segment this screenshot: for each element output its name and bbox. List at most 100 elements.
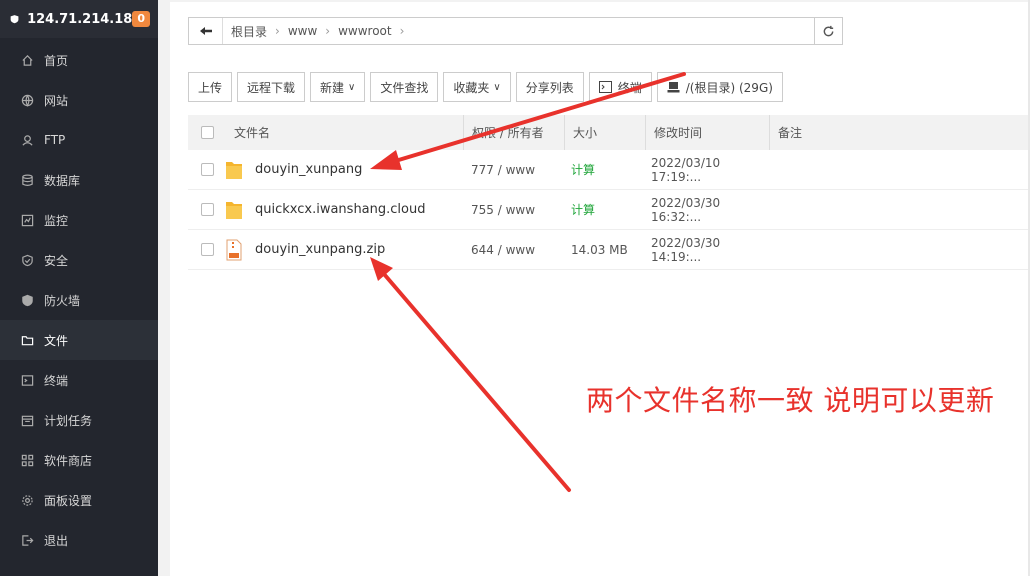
server-ip: 124.71.214.18 <box>27 11 133 27</box>
file-perm[interactable]: 777 / www <box>463 163 563 177</box>
file-search-button[interactable]: 文件查找 <box>370 72 439 102</box>
zip-file-icon <box>226 239 242 260</box>
refresh-icon <box>823 25 834 36</box>
gear-icon <box>20 493 34 507</box>
file-name[interactable]: douyin_xunpang.zip <box>255 242 385 257</box>
sidebar-item-ftp[interactable]: FTP <box>0 120 158 160</box>
header-name[interactable]: 文件名 <box>226 124 463 141</box>
ftp-icon <box>20 133 34 147</box>
breadcrumb: www › <box>280 24 330 38</box>
header-size[interactable]: 大小 <box>565 124 645 141</box>
sidebar-item-security[interactable]: 安全 <box>0 240 158 280</box>
terminal-button[interactable]: 终端 <box>588 72 652 102</box>
chevron-down-icon: ∨ <box>493 81 501 93</box>
disk-button-label: /(根目录) (29G) <box>685 80 773 95</box>
sidebar-item-label: 首页 <box>44 53 69 68</box>
header-mtime[interactable]: 修改时间 <box>646 124 769 141</box>
notification-badge[interactable]: 0 <box>132 11 150 27</box>
file-perm[interactable]: 755 / www <box>463 203 563 217</box>
sidebar-item-settings[interactable]: 面板设置 <box>0 480 158 520</box>
sidebar: 124.71.214.18 0 首页 网站 FTP 数据库 监控 安全 防火墙 … <box>0 0 158 576</box>
calendar-icon <box>20 413 34 427</box>
terminal-icon <box>20 373 34 387</box>
sidebar-header: 124.71.214.18 0 <box>0 0 158 38</box>
sidebar-item-label: 面板设置 <box>44 493 93 508</box>
chevron-right-icon: › <box>399 24 405 38</box>
sidebar-item-home[interactable]: 首页 <box>0 40 158 80</box>
disk-button[interactable]: /(根目录) (29G) <box>656 72 783 102</box>
chevron-down-icon: ∨ <box>348 81 356 93</box>
sidebar-item-sites[interactable]: 网站 <box>0 80 158 120</box>
folder-icon <box>20 333 34 347</box>
database-icon <box>20 173 34 187</box>
favorites-button[interactable]: 收藏夹 ∨ <box>443 72 511 102</box>
logout-icon <box>20 533 34 547</box>
path-bar: 根目录 › www › wwwroot › <box>188 17 843 45</box>
share-list-button[interactable]: 分享列表 <box>515 72 584 102</box>
file-size-calc-link[interactable]: 计算 <box>563 161 643 178</box>
breadcrumb-item-wwwroot[interactable]: wwwroot <box>338 24 392 38</box>
folder-icon <box>226 161 242 179</box>
sidebar-item-label: 计划任务 <box>44 413 93 428</box>
file-size-calc-link[interactable]: 计算 <box>563 201 643 218</box>
row-checkbox[interactable] <box>200 243 214 256</box>
sidebar-item-label: 监控 <box>44 213 69 228</box>
file-name[interactable]: douyin_xunpang <box>255 162 362 177</box>
row-checkbox[interactable] <box>200 163 214 176</box>
table-row[interactable]: quickxcx.iwanshang.cloud 755 / www 计算 20… <box>188 190 1030 230</box>
table-row[interactable]: douyin_xunpang.zip 644 / www 14.03 MB 20… <box>188 230 1030 270</box>
header-note: 备注 <box>778 126 803 140</box>
sidebar-item-files[interactable]: 文件 <box>0 320 158 360</box>
sidebar-item-store[interactable]: 软件商店 <box>0 440 158 480</box>
file-table: 文件名 权限 / 所有者 大小 修改时间 备注 douyin_xunpang 7… <box>188 115 1030 270</box>
sidebar-item-label: 文件 <box>44 333 69 348</box>
sidebar-item-label: 安全 <box>44 253 69 268</box>
folder-icon <box>226 201 242 219</box>
file-name[interactable]: quickxcx.iwanshang.cloud <box>255 202 425 217</box>
grid-icon <box>20 453 34 467</box>
sidebar-item-label: 网站 <box>44 93 69 108</box>
firewall-icon <box>20 293 34 307</box>
globe-icon <box>20 93 34 107</box>
sidebar-item-label: 终端 <box>44 373 69 388</box>
sidebar-item-label: 防火墙 <box>44 293 81 308</box>
sidebar-item-monitor[interactable]: 监控 <box>0 200 158 240</box>
sidebar-item-label: FTP <box>44 133 66 147</box>
sidebar-item-label: 数据库 <box>44 173 81 188</box>
sidebar-item-cron[interactable]: 计划任务 <box>0 400 158 440</box>
new-button-label: 新建 <box>320 80 345 95</box>
refresh-button[interactable] <box>814 17 843 45</box>
sidebar-item-terminal[interactable]: 终端 <box>0 360 158 400</box>
breadcrumb: wwwroot › <box>330 24 404 38</box>
sidebar-item-firewall[interactable]: 防火墙 <box>0 280 158 320</box>
upload-button[interactable]: 上传 <box>188 72 233 102</box>
arrow-left-icon <box>199 27 212 35</box>
new-button[interactable]: 新建 ∨ <box>310 72 366 102</box>
sidebar-item-database[interactable]: 数据库 <box>0 160 158 200</box>
breadcrumb-item-www[interactable]: www <box>288 24 317 38</box>
terminal-button-label: 终端 <box>617 80 642 95</box>
row-checkbox[interactable] <box>200 203 214 216</box>
breadcrumb: 根目录 › <box>223 23 280 40</box>
table-row[interactable]: douyin_xunpang 777 / www 计算 2022/03/10 1… <box>188 150 1030 190</box>
shield-icon <box>20 253 34 267</box>
select-all-checkbox[interactable] <box>200 126 214 139</box>
panel-logo-icon <box>10 15 19 24</box>
file-perm[interactable]: 644 / www <box>463 243 563 257</box>
toolbar: 上传 远程下载 新建 ∨ 文件查找 收藏夹 ∨ 分享列表 终端 /(根目录) (… <box>188 72 788 104</box>
sidebar-item-label: 退出 <box>44 533 69 548</box>
back-button[interactable] <box>189 18 223 44</box>
breadcrumb-item-root[interactable]: 根目录 <box>231 23 267 40</box>
file-manager-panel: 根目录 › www › wwwroot › 上传 远程下载 新建 ∨ 文件查找 … <box>170 2 1030 576</box>
favorites-button-label: 收藏夹 <box>453 80 490 95</box>
file-mtime: 2022/03/10 17:19:... <box>651 155 721 184</box>
remote-download-button[interactable]: 远程下载 <box>237 72 306 102</box>
disk-icon <box>667 82 680 93</box>
header-perm[interactable]: 权限 / 所有者 <box>464 124 564 141</box>
sidebar-item-logout[interactable]: 退出 <box>0 520 158 560</box>
file-mtime: 2022/03/30 16:32:... <box>651 195 721 224</box>
annotation-text: 两个文件名称一致 说明可以更新 <box>586 384 995 417</box>
sidebar-item-label: 软件商店 <box>44 453 93 468</box>
monitor-icon <box>20 213 34 227</box>
file-size: 14.03 MB <box>571 242 628 257</box>
